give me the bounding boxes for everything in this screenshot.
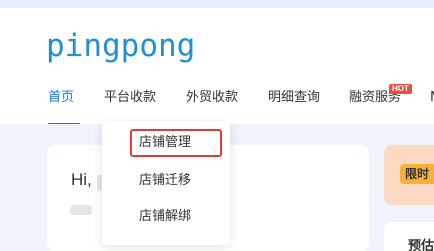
dropdown-item-store-migration[interactable]: 店铺迁移 bbox=[102, 167, 230, 195]
promo-card[interactable]: 限时 bbox=[384, 145, 434, 205]
dropdown-item-store-unbind[interactable]: 店铺解绑 bbox=[102, 203, 230, 231]
nav-item-detail-query[interactable]: 明细查询 bbox=[268, 88, 320, 124]
nav-item-home[interactable]: 首页 bbox=[48, 88, 74, 124]
nav-item-foreign-trade-collection[interactable]: 外贸收款 bbox=[186, 88, 238, 124]
estimate-title: 预估 bbox=[408, 239, 434, 251]
nav-item-more[interactable]: N bbox=[430, 88, 434, 124]
nav-item-platform-collection[interactable]: 平台收款 bbox=[104, 88, 156, 124]
main-nav: 首页 平台收款 外贸收款 明细查询 融资服务 N HOT bbox=[0, 84, 434, 126]
top-band bbox=[0, 0, 434, 8]
promo-badge: 限时 bbox=[400, 164, 434, 184]
dropdown-item-store-management[interactable]: 店铺管理 bbox=[130, 129, 222, 157]
platform-collection-dropdown: 店铺管理 店铺迁移 店铺解绑 bbox=[102, 121, 230, 245]
estimate-card: 预估 bbox=[384, 222, 434, 251]
welcome-greeting: Hi, bbox=[71, 170, 92, 189]
redacted-info bbox=[70, 205, 92, 215]
hot-badge: HOT bbox=[389, 84, 412, 94]
logo[interactable]: pingpong bbox=[46, 29, 195, 63]
header: pingpong 首页 平台收款 外贸收款 明细查询 融资服务 N HOT bbox=[0, 8, 434, 126]
